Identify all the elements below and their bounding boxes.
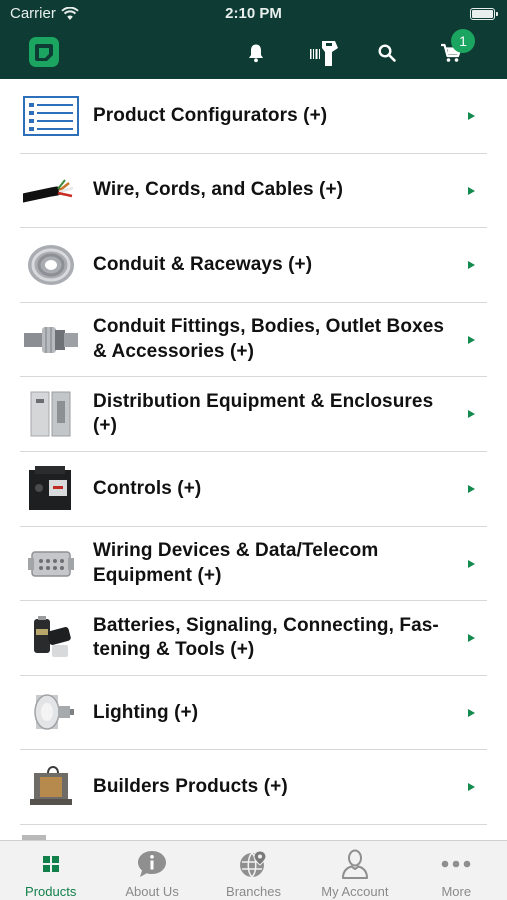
category-list: Product Configurators (+) Wire, Cords, a… <box>20 79 487 845</box>
enclosure-icon <box>22 389 80 439</box>
status-bar: Carrier 2:10 PM <box>0 0 507 28</box>
person-icon <box>304 849 405 879</box>
search-icon[interactable] <box>374 38 400 68</box>
category-label: Lighting (+) <box>93 701 199 723</box>
category-row[interactable]: Builders Products (+) <box>20 750 487 825</box>
category-row[interactable]: Batteries, Signaling, Connecting, Fas­te… <box>20 601 487 676</box>
barcode-scanner-icon[interactable] <box>307 38 341 68</box>
category-row[interactable]: Wire, Cords, and Cables (+) <box>20 154 487 229</box>
app-logo-icon[interactable] <box>28 36 60 68</box>
chevron-right-icon <box>468 708 475 717</box>
category-row[interactable]: Conduit Fittings, Bodies, Outlet Box­es … <box>20 303 487 378</box>
category-label: Wiring Devices & Data/Telecom Equipment … <box>93 540 379 586</box>
category-label: Batteries, Signaling, Connecting, Fas­te… <box>93 614 439 661</box>
conduit-coil-icon <box>22 240 80 290</box>
cart-count-badge[interactable]: 1 <box>451 29 475 53</box>
category-row[interactable]: Controls (+) <box>20 452 487 527</box>
info-bubble-icon <box>101 849 202 879</box>
more-dots-icon <box>406 849 507 879</box>
category-label: Distribution Equipment & Enclo­sures (+) <box>93 390 434 437</box>
category-label: Controls (+) <box>93 477 202 499</box>
tab-label: My Account <box>321 884 389 899</box>
category-label: Product Configurators (+) <box>93 104 328 126</box>
chevron-right-icon <box>468 634 475 643</box>
tab-label: Branches <box>226 884 281 899</box>
tab-label: About Us <box>125 884 179 899</box>
category-label: Builders Products (+) <box>93 776 288 798</box>
chevron-right-icon <box>468 112 475 120</box>
tab-more[interactable]: More <box>406 841 507 900</box>
chevron-right-icon <box>468 410 475 419</box>
category-label: Conduit Fittings, Bodies, Outlet Box­es … <box>93 316 445 362</box>
transformer-icon <box>22 762 80 812</box>
tab-about-us[interactable]: About Us <box>101 841 202 900</box>
category-row[interactable]: Lighting (+) <box>20 676 487 751</box>
bulb-icon <box>22 688 80 738</box>
fitting-icon <box>22 315 80 365</box>
category-row[interactable]: Wiring Devices & Data/Telecom Equipment … <box>20 527 487 602</box>
notifications-bell-icon[interactable] <box>244 38 268 68</box>
tab-bar: Products About Us Branches My Account Mo… <box>0 840 507 900</box>
cable-icon <box>22 166 80 216</box>
chevron-right-icon <box>468 335 475 344</box>
category-label: Conduit & Raceways (+) <box>93 253 313 275</box>
tab-branches[interactable]: Branches <box>203 841 304 900</box>
tab-products[interactable]: Products <box>0 841 101 900</box>
chevron-right-icon <box>468 783 475 792</box>
category-label: Wire, Cords, and Cables (+) <box>93 179 344 201</box>
category-row[interactable]: Conduit & Raceways (+) <box>20 228 487 303</box>
chevron-right-icon <box>468 484 475 493</box>
tab-label: Products <box>25 884 77 899</box>
connector-icon <box>22 539 80 589</box>
battery-icon <box>470 8 498 20</box>
category-row[interactable]: Product Configurators (+) <box>20 79 487 154</box>
tab-my-account[interactable]: My Account <box>304 841 405 900</box>
configurator-form-icon <box>22 91 80 141</box>
globe-pin-icon <box>203 849 304 879</box>
clock: 2:10 PM <box>225 5 282 22</box>
grid-icon <box>0 849 101 879</box>
category-row[interactable]: Distribution Equipment & Enclo­sures (+) <box>20 377 487 452</box>
battery-icon <box>22 613 80 663</box>
app-header: Carrier 2:10 PM 1 <box>0 0 507 79</box>
contactor-icon <box>22 464 80 514</box>
chevron-right-icon <box>468 186 475 195</box>
tab-label: More <box>441 884 472 899</box>
chevron-right-icon <box>468 559 475 568</box>
chevron-right-icon <box>468 261 475 270</box>
